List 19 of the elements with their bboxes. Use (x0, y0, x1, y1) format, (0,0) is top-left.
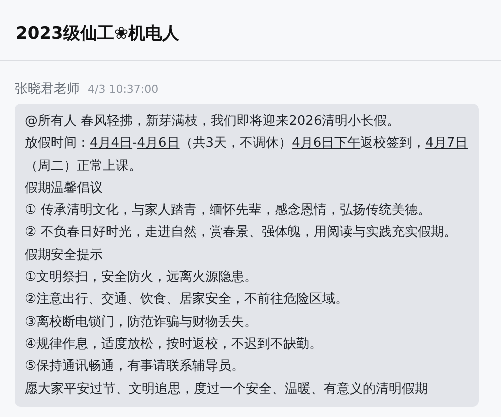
message-line: ①文明祭扫，安全防火，远离火源隐患。 (25, 269, 259, 288)
message-line: 假期安全提示 (25, 246, 104, 265)
date-link[interactable]: 4月7日 (426, 136, 468, 152)
chat-title: 2023级仙工❀机电人 (16, 23, 180, 46)
date-link[interactable]: 4月6日下午 (292, 136, 361, 152)
message-line: ② 不负春日好时光，走进自然，赏春景、强体魄，用阅读与实践充实假期。 (25, 224, 458, 242)
message-line: ②注意出行、交通、饮食、居家安全，不前往危险区域。 (25, 291, 350, 310)
message-line: ① 传承清明文化，与家人踏青，缅怀先辈，感念恩情，弘扬传统美德。 (25, 202, 432, 220)
message-line: ③离校断电锁门，防范诈骗与财物丢失。 (25, 314, 259, 332)
date-link[interactable]: 4月4日 (90, 136, 133, 152)
date-link[interactable]: 4月6日 (137, 136, 180, 152)
sender-name: 张晓君老师 (15, 81, 80, 98)
message-line: ⑤保持通讯畅通，有事请联系辅导员。 (25, 358, 246, 376)
message-line: 放假时间：4月4日-4月6日（共3天，不调休）4月6日下午返校签到，4月7日 （周二）正常上课。 (25, 135, 470, 176)
message-line: 愿大家平安过节、文明追思，度过一个安全、温暖、有意义的清明假期 (25, 380, 429, 399)
message-line: 假期温馨倡议 (25, 180, 104, 198)
message-time: 4/3 10:37:00 (88, 83, 159, 96)
message-line: ④规律作息，适度放松，按时返校，不迟到不缺勤。 (25, 336, 324, 354)
message-line: @所有人 春风轻拂，新芽满枝，我们即将迎来2026清明小长假。 (25, 113, 402, 131)
